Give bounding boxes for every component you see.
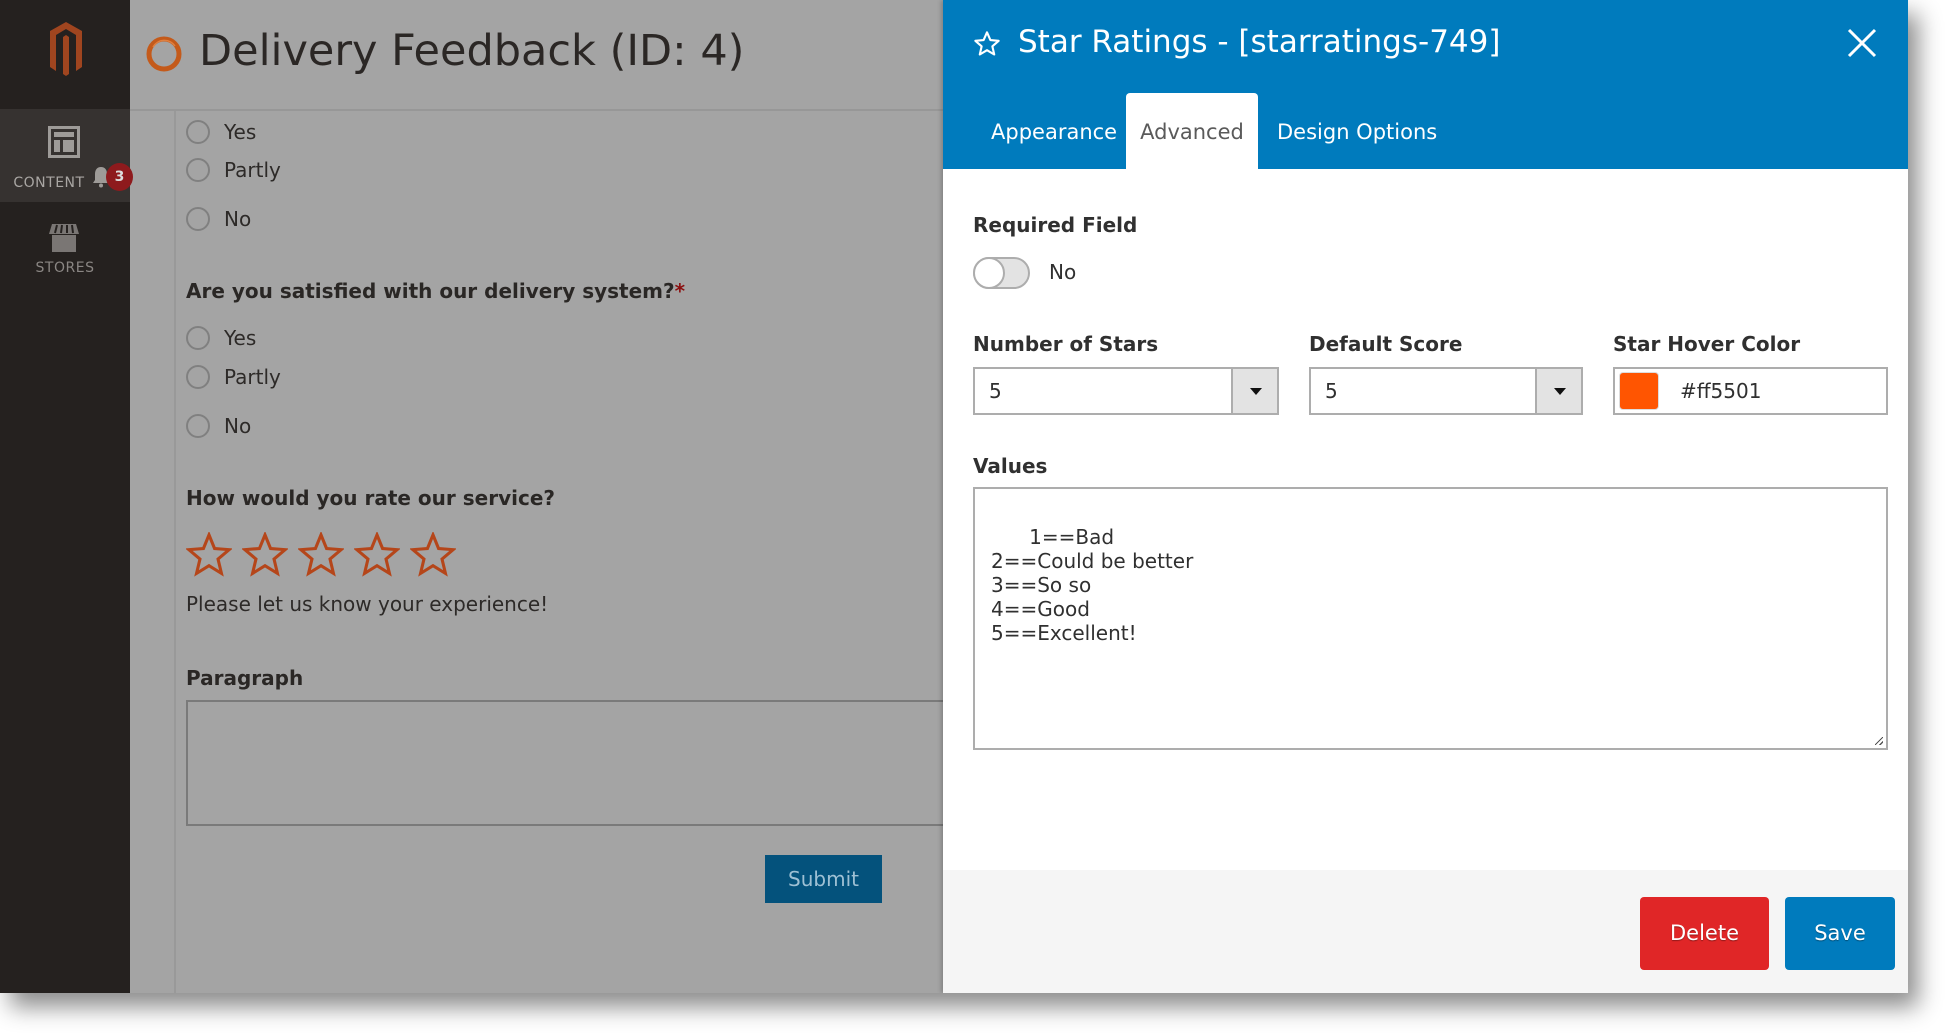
tab-design-options[interactable]: Design Options [1259,93,1455,169]
chevron-down-icon[interactable] [1535,369,1581,413]
star-hover-color-label: Star Hover Color [1613,332,1801,356]
required-field-value: No [1049,260,1077,284]
rating-star-icon[interactable] [410,532,456,578]
radio-label: Partly [224,365,281,389]
radio-button[interactable] [186,158,210,182]
number-of-stars-select[interactable]: 5 [973,367,1279,415]
radio-button[interactable] [186,326,210,350]
color-value: #ff5501 [1680,379,1762,403]
select-value: 5 [989,379,1002,403]
rating-star-icon[interactable] [354,532,400,578]
star-icon [974,31,1000,56]
rating-star-icon[interactable] [242,532,288,578]
default-score-label: Default Score [1309,332,1463,356]
radio-label: Yes [224,120,257,144]
app-window: CONTENT 3 STORES Delivery Feedback (ID: … [0,0,1908,993]
radio-option[interactable]: Yes [186,325,256,351]
rating-star-icon[interactable] [186,532,232,578]
radio-label: Partly [224,158,281,182]
delete-button[interactable]: Delete [1640,897,1769,970]
values-label: Values [973,454,1048,478]
radio-button[interactable] [186,414,210,438]
paragraph-label: Paragraph [186,666,304,690]
panel-footer: Delete Save [943,870,1908,993]
required-field-toggle[interactable] [973,257,1030,289]
resize-handle[interactable] [1875,737,1883,745]
sidebar-item-label: STORES [35,260,95,276]
question-text: Are you satisfied with our delivery syst… [186,279,675,303]
radio-option[interactable]: Partly [186,364,281,390]
sidebar-item-stores[interactable]: STORES [0,216,130,286]
radio-option[interactable]: No [186,206,251,232]
number-of-stars-label: Number of Stars [973,332,1159,356]
tab-appearance[interactable]: Appearance [973,93,1135,169]
page-title: Delivery Feedback (ID: 4) [199,26,745,76]
required-field-label: Required Field [973,213,1138,237]
element-settings-panel: Star Ratings - [starratings-749] Appeara… [943,0,1908,993]
magento-logo-icon[interactable] [50,22,82,78]
sidebar-item-content[interactable]: CONTENT 3 [0,109,133,202]
rating-question-label: How would you rate our service? [186,486,555,510]
radio-button[interactable] [186,120,210,144]
radio-option[interactable]: No [186,413,251,439]
panel-title: Star Ratings - [starratings-749] [1018,24,1501,60]
radio-label: No [224,207,252,231]
radio-option[interactable]: Yes [186,119,256,145]
content-layout-icon [48,126,80,158]
radio-button[interactable] [186,207,210,231]
default-score-select[interactable]: 5 [1309,367,1583,415]
select-value: 5 [1325,379,1338,403]
tab-advanced[interactable]: Advanced [1126,93,1258,169]
save-button[interactable]: Save [1785,897,1895,970]
panel-header: Star Ratings - [starratings-749] Appeara… [943,0,1908,169]
content-divider [174,111,176,993]
store-icon [49,224,79,252]
question-label: Are you satisfied with our delivery syst… [186,279,685,303]
chevron-down-icon[interactable] [1231,369,1277,413]
toggle-knob [973,257,1005,289]
loading-ring-icon [146,36,182,72]
values-text: 1==Bad 2==Could be better 3==So so 4==Go… [991,525,1194,645]
values-textarea[interactable]: 1==Bad 2==Could be better 3==So so 4==Go… [973,487,1888,750]
paragraph-textarea[interactable] [186,700,966,826]
radio-option[interactable]: Partly [186,157,281,183]
radio-label: No [224,414,252,438]
rating-star-icon[interactable] [298,532,344,578]
required-asterisk: * [674,279,686,303]
notification-badge: 3 [106,163,133,191]
submit-button[interactable]: Submit [765,855,882,903]
rating-help-text: Please let us know your experience! [186,592,549,616]
star-hover-color-input[interactable]: #ff5501 [1613,367,1888,415]
radio-label: Yes [224,326,257,350]
admin-sidebar: CONTENT 3 STORES [0,0,133,993]
close-icon[interactable] [1847,28,1877,58]
color-swatch[interactable] [1619,372,1659,410]
star-rating[interactable] [186,532,466,578]
radio-button[interactable] [186,365,210,389]
